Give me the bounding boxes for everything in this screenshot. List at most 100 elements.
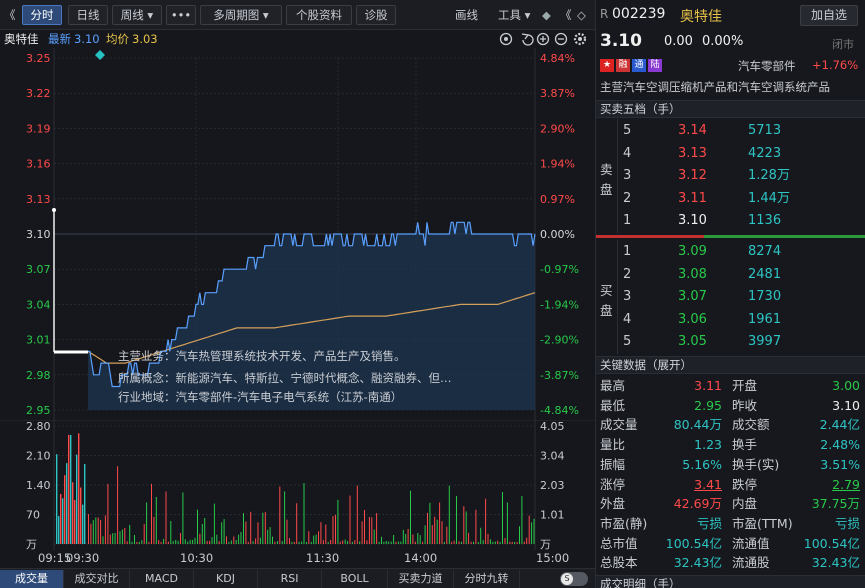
key-value: 5.16% xyxy=(682,456,722,472)
tab-daily[interactable]: 日线 xyxy=(68,5,108,25)
level-price: 3.05 xyxy=(678,334,707,350)
ask-level-5[interactable]: 5 3.14 5713 xyxy=(618,120,865,143)
ask-level-1[interactable]: 1 3.10 1136 xyxy=(618,210,865,233)
multi-period-button[interactable]: 多周期图 ▾ xyxy=(200,5,282,25)
nav-back-icon[interactable]: 《 xyxy=(4,5,16,25)
collapse-icon[interactable]: 《 xyxy=(560,5,572,25)
settings-icon[interactable] xyxy=(573,32,587,46)
level-price: 3.13 xyxy=(678,145,707,161)
volume-tick-right: 3.04 xyxy=(540,450,565,463)
key-value: 2.44亿 xyxy=(819,417,860,433)
volume-bar xyxy=(289,538,290,544)
volume-bar xyxy=(141,540,143,544)
volume-bar xyxy=(267,529,269,544)
undo-icon[interactable] xyxy=(521,33,534,46)
key-value: 32.43亿 xyxy=(811,555,860,571)
volume-bar xyxy=(475,509,477,544)
volume-bar xyxy=(427,512,428,544)
key-value: 2.95 xyxy=(694,397,722,413)
volume-bar xyxy=(291,541,293,544)
volume-bar xyxy=(70,434,72,544)
intraday-price-chart[interactable]: 3.25 3.22 3.19 3.16 3.13 3.10 3.07 3.04 3.01 2.98… xyxy=(0,48,595,420)
diamond-icon[interactable]: ◆ xyxy=(542,5,551,25)
volume-bar xyxy=(95,517,97,544)
add-watchlist-button[interactable]: 加自选 xyxy=(800,5,858,26)
volume-bar xyxy=(373,529,375,544)
key-label: 市盈(TTM) xyxy=(732,515,793,531)
tab-rsi[interactable]: RSI xyxy=(258,570,322,588)
volume-bar xyxy=(489,539,491,544)
volume-bar xyxy=(62,498,64,544)
stock-name: 奥特佳 xyxy=(4,32,39,46)
volume-bar xyxy=(523,541,525,544)
volume-bar xyxy=(126,541,128,544)
volume-chart[interactable]: 2.80 4.05 2.10 3.04 1.40 2.03 70 1.01 万 万 xyxy=(0,420,595,550)
volume-bar xyxy=(206,541,208,544)
volume-bar xyxy=(364,510,365,544)
expand-icon[interactable]: ◇ xyxy=(577,5,586,25)
volume-bar xyxy=(243,513,244,544)
bid-level-4[interactable]: 4 3.06 1961 xyxy=(618,309,865,332)
tab-buy-sell-force[interactable]: 买卖力道 xyxy=(388,570,454,588)
time-tick-label: 09:30 xyxy=(66,551,99,565)
bid-level-3[interactable]: 3 3.07 1730 xyxy=(618,286,865,309)
volume-bar xyxy=(189,539,191,544)
tab-volume[interactable]: 成交量 xyxy=(0,570,64,588)
volume-bar xyxy=(194,537,196,544)
volume-tick-right: 2.03 xyxy=(540,479,565,492)
volume-bar xyxy=(511,541,513,544)
tools-menu[interactable]: 工具 ▾ xyxy=(498,5,530,25)
level-number: 1 xyxy=(623,213,632,229)
price-tick-label: 3.19 xyxy=(26,122,51,135)
keydata-header[interactable]: 关键数据（展开） xyxy=(596,356,865,374)
tab-nine-turn[interactable]: 分时九转 xyxy=(454,570,520,588)
tab-boll[interactable]: BOLL xyxy=(322,570,388,588)
tab-kdj[interactable]: KDJ xyxy=(194,570,258,588)
bid-level-2[interactable]: 2 3.08 2481 xyxy=(618,264,865,287)
volume-bar xyxy=(395,541,397,544)
ask-level-4[interactable]: 4 3.13 4223 xyxy=(618,143,865,166)
volume-bar xyxy=(298,541,300,544)
industry-name[interactable]: 汽车零部件 xyxy=(738,58,796,74)
tab-macd[interactable]: MACD xyxy=(130,570,194,588)
ask-level-2[interactable]: 2 3.11 1.44万 xyxy=(618,188,865,211)
target-icon[interactable] xyxy=(499,32,513,46)
zoom-in-icon[interactable] xyxy=(536,32,550,46)
badge-land[interactable]: 陆 xyxy=(648,59,662,72)
more-icon[interactable]: ••• xyxy=(166,5,196,25)
volume-bar xyxy=(74,500,76,544)
volume-bar xyxy=(460,541,462,544)
badge-margin[interactable]: 融 xyxy=(616,59,630,72)
volume-bar xyxy=(143,524,145,544)
orderbook-header[interactable]: 买卖五档（手） xyxy=(596,100,865,118)
tab-volume-compare[interactable]: 成交对比 xyxy=(64,570,130,588)
volume-tick-right: 1.01 xyxy=(540,509,565,522)
volume-tick-left: 70 xyxy=(26,509,40,522)
key-value: 80.44万 xyxy=(673,417,722,433)
bid-level-5[interactable]: 5 3.05 3997 xyxy=(618,331,865,354)
sell-side-label: 卖 盘 xyxy=(596,119,618,233)
volume-bar xyxy=(310,541,312,544)
volume-bar xyxy=(230,540,232,544)
stock-info-button[interactable]: 个股资料 xyxy=(286,5,352,25)
trades-header[interactable]: 成交明细（手） xyxy=(596,575,865,588)
volume-bar xyxy=(276,541,278,544)
diagnose-button[interactable]: 诊股 xyxy=(356,5,396,25)
volume-bar xyxy=(516,541,518,544)
draw-line-button[interactable]: 画线 xyxy=(455,5,478,25)
badge-connect[interactable]: 通 xyxy=(632,59,646,72)
volume-bar xyxy=(419,535,421,544)
tab-intraday[interactable]: 分时 xyxy=(22,5,62,25)
time-tick-label: 15:00 xyxy=(536,551,569,565)
toggle-switch[interactable]: S xyxy=(560,572,588,586)
volume-bar xyxy=(252,541,254,544)
volume-bar xyxy=(356,485,358,544)
chart-header: 奥特佳 最新 3.10 均价 3.03 xyxy=(0,30,595,48)
ask-level-3[interactable]: 3 3.12 1.28万 xyxy=(618,165,865,188)
volume-bar xyxy=(313,535,315,544)
zoom-out-icon[interactable] xyxy=(554,32,568,46)
bid-level-1[interactable]: 1 3.09 8274 xyxy=(618,241,865,264)
time-tick-label: 14:00 xyxy=(404,551,437,565)
quote-panel: R 002239 奥特佳 加自选 3.10 0.00 0.00% 闭市 ★ 融通陆… xyxy=(595,0,865,588)
tab-weekly[interactable]: 周线 ▾ xyxy=(112,5,162,25)
